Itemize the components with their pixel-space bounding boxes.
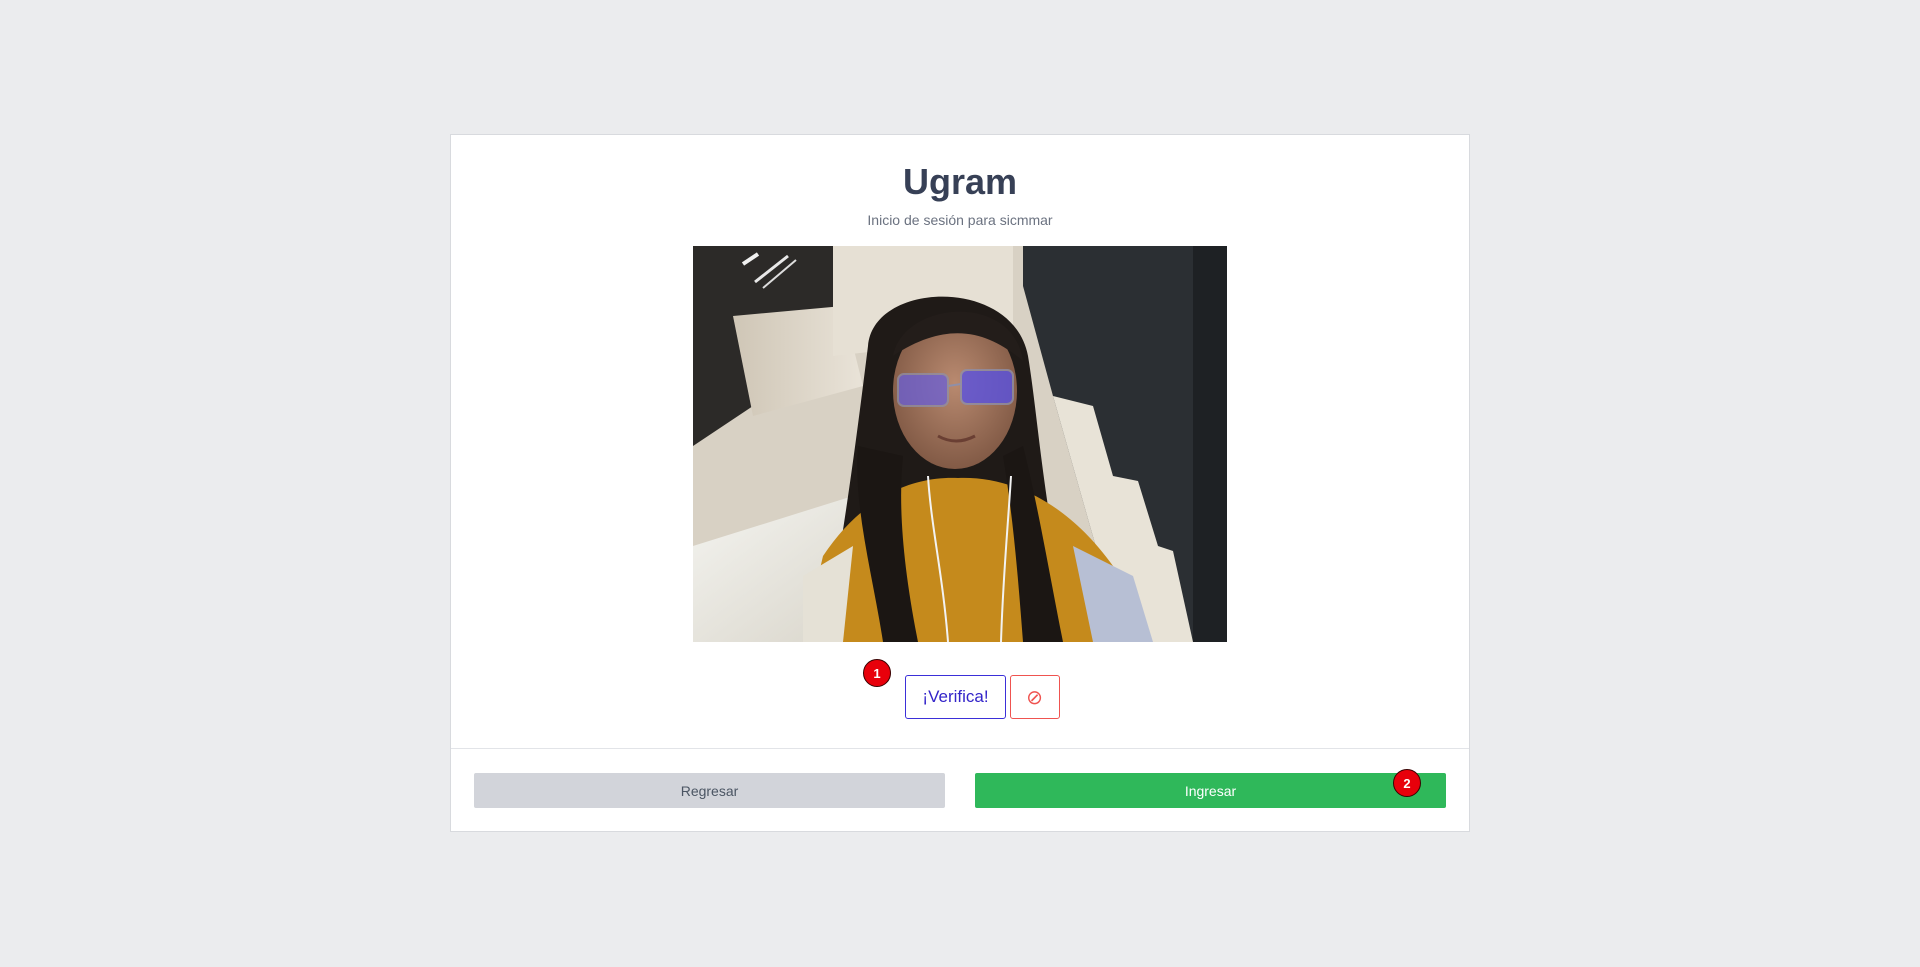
page-title: Ugram [902, 161, 1018, 202]
verification-actions: ¡Verifica! ⊘ [451, 675, 1469, 719]
verify-button[interactable]: ¡Verifica! [905, 675, 1006, 719]
cancel-button[interactable]: ⊘ [1009, 675, 1060, 719]
step-badge-1: 1 [863, 659, 891, 687]
webcam-preview [693, 246, 1227, 642]
page-subtitle: Inicio de sesión para sicmmar [867, 212, 1053, 228]
step-badge-2: 2 [1393, 769, 1421, 797]
ban-icon: ⊘ [1026, 685, 1043, 709]
login-card: Ugram Inicio de sesión para sicmmar ¡Ver… [450, 134, 1470, 832]
login-button[interactable]: Ingresar [975, 773, 1446, 808]
back-button[interactable]: Regresar [474, 773, 945, 808]
webcam-image [693, 246, 1227, 642]
footer-divider [451, 748, 1469, 749]
